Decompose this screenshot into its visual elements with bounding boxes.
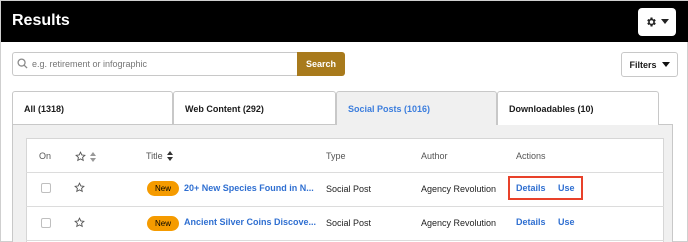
row-title-link[interactable]: Ancient Silver Coins Discove... (184, 217, 316, 227)
column-header-on: On (39, 151, 52, 161)
column-header-author: Author (421, 151, 448, 161)
tab-downloadables[interactable]: Downloadables (10) (497, 91, 659, 125)
highlight-box (508, 176, 583, 200)
page-title: Results (12, 12, 70, 29)
filters-label: Filters (629, 59, 657, 70)
header-bar: Results (1, 1, 688, 42)
column-header-title[interactable]: Title (146, 151, 173, 161)
star-outline-icon[interactable] (74, 217, 85, 228)
row-type: Social Post (326, 184, 372, 194)
caret-down-icon (661, 61, 670, 67)
search-input[interactable] (12, 52, 297, 76)
settings-button[interactable] (638, 8, 676, 36)
search-button[interactable]: Search (297, 52, 345, 76)
results-window: Results Search Filters All (1318) Web Co… (0, 0, 688, 242)
tab-label: All (1318) (24, 103, 65, 114)
tab-label: Downloadables (10) (509, 103, 594, 114)
new-badge: New (147, 181, 180, 196)
sort-icon (166, 151, 173, 161)
row-divider (26, 206, 664, 207)
tab-label: Web Content (292) (185, 103, 264, 114)
use-link[interactable]: Use (558, 217, 575, 227)
star-outline-icon (75, 151, 86, 162)
filters-button[interactable]: Filters (621, 52, 678, 77)
row-checkbox[interactable] (41, 183, 51, 193)
row-title-link[interactable]: 20+ New Species Found in N... (184, 183, 314, 193)
tab-social-posts[interactable]: Social Posts (1016) (336, 91, 497, 126)
tab-label: Social Posts (1016) (348, 104, 431, 114)
row-type: Social Post (326, 218, 372, 228)
star-outline-icon[interactable] (74, 182, 85, 193)
column-header-actions: Actions (516, 151, 546, 161)
row-author: Agency Revolution (421, 218, 497, 228)
row-checkbox[interactable] (41, 218, 51, 228)
row-divider (26, 240, 664, 241)
new-badge: New (147, 216, 180, 231)
sort-icon (90, 151, 96, 162)
column-header-favorite[interactable] (75, 151, 96, 162)
details-link[interactable]: Details (516, 217, 546, 227)
tab-web-content[interactable]: Web Content (292) (173, 91, 336, 125)
tab-all[interactable]: All (1318) (12, 91, 173, 125)
gear-icon (647, 17, 656, 27)
column-header-type: Type (326, 151, 346, 161)
caret-down-icon (661, 19, 669, 24)
row-author: Agency Revolution (421, 184, 497, 194)
row-divider (26, 172, 664, 173)
